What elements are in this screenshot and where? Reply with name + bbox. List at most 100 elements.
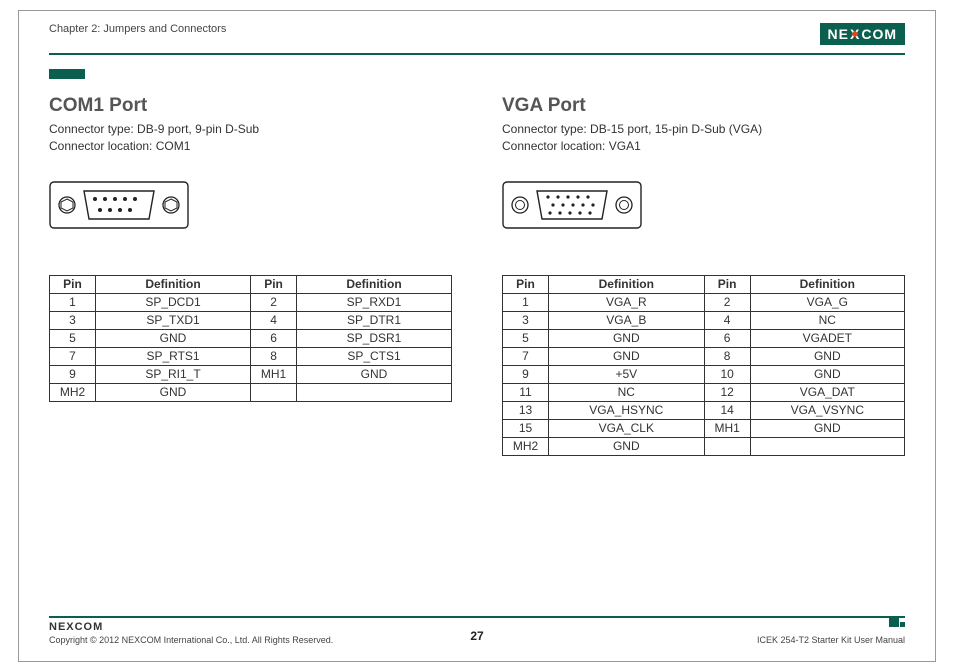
cell-pin: 4 [251, 311, 297, 329]
cell-pin: 1 [50, 293, 96, 311]
vga-location: Connector location: VGA1 [502, 139, 641, 153]
cell-def: GND [549, 329, 705, 347]
cell-def [750, 437, 904, 455]
com1-tbody: 1SP_DCD12SP_RXD13SP_TXD14SP_DTR15GND6SP_… [50, 293, 452, 401]
cell-pin: 9 [50, 365, 96, 383]
cell-def [297, 383, 452, 401]
cell-pin: 4 [704, 311, 750, 329]
cell-pin: 12 [704, 383, 750, 401]
section-tab [49, 69, 85, 79]
vga-section: VGA Port Connector type: DB-15 port, 15-… [502, 95, 905, 601]
cell-pin [704, 437, 750, 455]
footer: NEXCOM Copyright © 2012 NEXCOM Internati… [49, 616, 905, 645]
cell-def: SP_CTS1 [297, 347, 452, 365]
cell-pin: 2 [251, 293, 297, 311]
cell-def: VGA_CLK [549, 419, 705, 437]
table-header-row: Pin Definition Pin Definition [503, 275, 905, 293]
table-row: 9+5V10GND [503, 365, 905, 383]
cell-def: GND [750, 365, 904, 383]
col-pin: Pin [704, 275, 750, 293]
cell-def: SP_DTR1 [297, 311, 452, 329]
brand-part-com: COM [861, 26, 897, 42]
db15-connector-icon [502, 179, 905, 239]
table-row: 15VGA_CLKMH1GND [503, 419, 905, 437]
vga-title: VGA Port [502, 95, 905, 117]
cell-def: SP_DSR1 [297, 329, 452, 347]
table-row: 11NC12VGA_DAT [503, 383, 905, 401]
footer-left: NEXCOM Copyright © 2012 NEXCOM Internati… [49, 621, 333, 645]
cell-pin: MH2 [503, 437, 549, 455]
com1-type: Connector type: DB-9 port, 9-pin D-Sub [49, 122, 259, 136]
table-row: 9SP_RI1_TMH1GND [50, 365, 452, 383]
table-row: 1VGA_R2VGA_G [503, 293, 905, 311]
table-header-row: Pin Definition Pin Definition [50, 275, 452, 293]
footer-bar: NEXCOM Copyright © 2012 NEXCOM Internati… [49, 616, 905, 645]
col-pin: Pin [251, 275, 297, 293]
cell-pin: 15 [503, 419, 549, 437]
cell-def: SP_DCD1 [96, 293, 251, 311]
cell-def: NC [750, 311, 904, 329]
col-pin: Pin [50, 275, 96, 293]
cell-def: SP_TXD1 [96, 311, 251, 329]
cell-pin: 3 [503, 311, 549, 329]
cell-pin: 11 [503, 383, 549, 401]
cell-def: SP_RXD1 [297, 293, 452, 311]
cell-pin: 10 [704, 365, 750, 383]
cell-def: GND [96, 329, 251, 347]
table-row: 7GND8GND [503, 347, 905, 365]
page-frame: Chapter 2: Jumpers and Connectors NEXCOM… [18, 10, 936, 662]
header-divider [49, 53, 905, 55]
cell-pin: 14 [704, 401, 750, 419]
cell-pin: MH1 [704, 419, 750, 437]
cell-def: VGA_R [549, 293, 705, 311]
cell-pin: 1 [503, 293, 549, 311]
cell-def: VGADET [750, 329, 904, 347]
com1-location: Connector location: COM1 [49, 139, 190, 153]
cell-pin: 13 [503, 401, 549, 419]
cell-def: VGA_HSYNC [549, 401, 705, 419]
cell-def: SP_RI1_T [96, 365, 251, 383]
col-def: Definition [750, 275, 904, 293]
cell-def: GND [750, 347, 904, 365]
cell-pin: MH1 [251, 365, 297, 383]
col-pin: Pin [503, 275, 549, 293]
cell-pin: 2 [704, 293, 750, 311]
table-row: 1SP_DCD12SP_RXD1 [50, 293, 452, 311]
nexcom-logo-icon: NEXCOM [820, 23, 905, 45]
cell-pin: 6 [251, 329, 297, 347]
col-def: Definition [549, 275, 705, 293]
cell-pin: 6 [704, 329, 750, 347]
cell-def: SP_RTS1 [96, 347, 251, 365]
vga-pin-table: Pin Definition Pin Definition 1VGA_R2VGA… [502, 275, 905, 456]
com1-pin-table: Pin Definition Pin Definition 1SP_DCD12S… [49, 275, 452, 402]
table-row: MH2GND [503, 437, 905, 455]
table-row: 5GND6SP_DSR1 [50, 329, 452, 347]
footer-doc: ICEK 254-T2 Starter Kit User Manual [757, 635, 905, 645]
footer-copyright: Copyright © 2012 NEXCOM International Co… [49, 635, 333, 645]
top-bar: Chapter 2: Jumpers and Connectors NEXCOM [49, 23, 905, 47]
vga-subtitle: Connector type: DB-15 port, 15-pin D-Sub… [502, 121, 905, 155]
vga-type: Connector type: DB-15 port, 15-pin D-Sub… [502, 122, 762, 136]
db9-connector-icon [49, 179, 452, 239]
cell-pin: 8 [704, 347, 750, 365]
cell-pin: 7 [50, 347, 96, 365]
cell-pin: MH2 [50, 383, 96, 401]
cell-pin: 3 [50, 311, 96, 329]
cell-def: GND [549, 347, 705, 365]
main-content: COM1 Port Connector type: DB-9 port, 9-p… [49, 95, 905, 601]
table-row: 5GND6VGADET [503, 329, 905, 347]
table-row: MH2GND [50, 383, 452, 401]
cell-def: GND [96, 383, 251, 401]
com1-section: COM1 Port Connector type: DB-9 port, 9-p… [49, 95, 452, 601]
brand-part-ne: NE [828, 26, 849, 42]
cell-def: NC [549, 383, 705, 401]
cell-pin: 5 [503, 329, 549, 347]
table-row: 3VGA_B4NC [503, 311, 905, 329]
com1-subtitle: Connector type: DB-9 port, 9-pin D-Sub C… [49, 121, 452, 155]
cell-pin: 7 [503, 347, 549, 365]
table-row: 7SP_RTS18SP_CTS1 [50, 347, 452, 365]
chapter-label: Chapter 2: Jumpers and Connectors [49, 23, 226, 35]
col-def: Definition [297, 275, 452, 293]
cell-pin: 5 [50, 329, 96, 347]
cell-def: VGA_G [750, 293, 904, 311]
